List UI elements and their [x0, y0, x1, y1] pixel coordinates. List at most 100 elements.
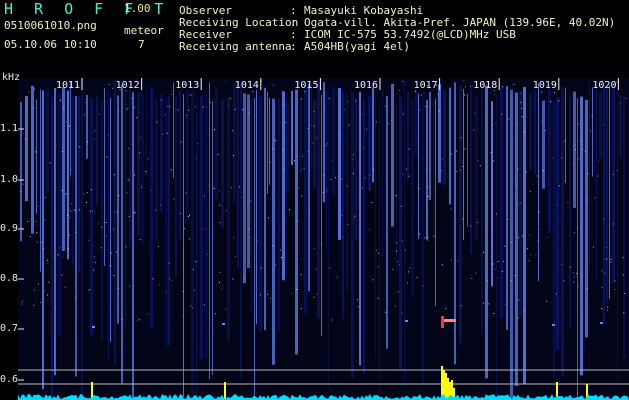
noise-speck — [433, 235, 435, 237]
noise-streak — [317, 82, 320, 319]
noise-speck — [288, 209, 290, 211]
noise-streak — [36, 99, 37, 214]
noise-speck — [450, 208, 452, 210]
noise-speck — [37, 205, 39, 207]
noise-speck — [115, 251, 117, 253]
noise-speck — [303, 167, 305, 169]
noise-speck — [406, 168, 407, 170]
noise-speck — [105, 222, 107, 223]
noise-speck — [354, 215, 356, 217]
echo-mark — [600, 322, 603, 324]
noise-speck — [437, 93, 439, 95]
noise-speck — [574, 145, 575, 147]
noise-streak — [175, 95, 177, 277]
noise-speck — [21, 303, 23, 305]
noise-speck — [67, 215, 69, 216]
noise-speck — [577, 286, 579, 288]
noise-speck — [521, 116, 523, 118]
noise-speck — [494, 94, 496, 96]
noise-speck — [477, 160, 479, 161]
noise-speck — [521, 107, 523, 109]
noise-speck — [260, 294, 261, 296]
meteor-echo — [441, 316, 444, 328]
noise-speck — [188, 109, 190, 111]
noise-speck — [108, 83, 110, 85]
noise-speck — [125, 246, 127, 248]
noise-speck — [158, 284, 160, 286]
noise-speck — [439, 110, 441, 112]
noise-streak — [454, 82, 456, 365]
noise-speck — [139, 238, 141, 240]
noise-speck — [544, 130, 546, 131]
noise-speck — [462, 166, 464, 167]
noise-speck — [164, 114, 166, 116]
noise-streak — [233, 83, 236, 203]
noise-speck — [580, 140, 582, 142]
noise-speck — [169, 106, 171, 108]
noise-speck — [561, 264, 563, 265]
noise-speck — [423, 92, 425, 94]
noise-speck — [610, 261, 612, 263]
noise-speck — [291, 292, 293, 294]
noise-speck — [257, 240, 259, 242]
noise-streak — [282, 91, 285, 281]
noise-speck — [494, 268, 496, 270]
noise-streak — [114, 82, 116, 366]
noise-speck — [569, 266, 571, 268]
noise-speck — [162, 133, 163, 135]
noise-speck — [295, 289, 297, 290]
noise-streak — [585, 99, 588, 338]
noise-speck — [398, 90, 400, 92]
noise-speck — [623, 312, 625, 314]
noise-speck — [377, 266, 379, 268]
noise-speck — [73, 209, 75, 211]
noise-speck — [470, 225, 472, 227]
noise-speck — [529, 234, 531, 236]
noise-streak — [363, 100, 365, 375]
noise-speck — [29, 236, 31, 237]
noise-streak — [491, 101, 493, 287]
noise-speck — [517, 123, 519, 125]
noise-speck — [329, 267, 331, 269]
noise-streak — [359, 91, 361, 366]
noise-speck — [622, 257, 624, 259]
noise-streak — [62, 87, 65, 251]
noise-speck — [219, 222, 221, 223]
noise-speck — [470, 85, 471, 87]
noise-speck — [513, 84, 515, 86]
noise-streak — [475, 95, 478, 242]
x-tick-label: 1015 — [294, 80, 319, 91]
noise-speck — [362, 147, 364, 149]
noise-speck — [364, 177, 366, 179]
noise-speck — [233, 155, 234, 156]
noise-speck — [341, 178, 343, 180]
noise-streak — [304, 85, 307, 315]
noise-streak — [470, 87, 472, 255]
noise-speck — [402, 113, 404, 115]
noise-speck — [504, 303, 506, 305]
noise-speck — [427, 237, 429, 238]
noise-speck — [372, 279, 374, 281]
noise-speck — [152, 278, 154, 280]
noise-speck — [463, 80, 465, 82]
noise-speck — [275, 264, 276, 266]
noise-speck — [272, 84, 274, 86]
noise-speck — [572, 272, 574, 274]
noise-streak — [110, 97, 111, 343]
noise-speck — [409, 267, 411, 269]
noise-speck — [495, 122, 497, 124]
noise-speck — [316, 137, 318, 139]
noise-streak — [496, 95, 497, 400]
noise-speck — [537, 240, 539, 242]
noise-streak — [619, 95, 622, 159]
echo-mark — [552, 324, 555, 326]
noise-speck — [357, 306, 359, 308]
noise-streak — [54, 88, 56, 376]
noise-speck — [218, 190, 220, 192]
noise-speck — [269, 161, 271, 163]
noise-speck — [121, 318, 123, 320]
noise-speck — [556, 204, 558, 206]
noise-speck — [404, 249, 406, 251]
noise-speck — [302, 155, 304, 157]
noise-speck — [69, 125, 70, 127]
